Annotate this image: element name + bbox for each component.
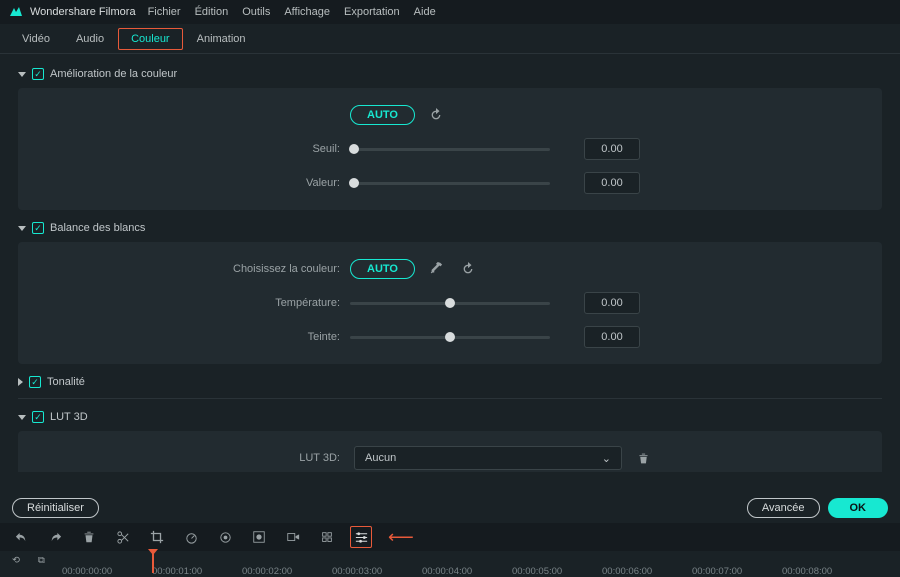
- value-temperature[interactable]: 0.00: [584, 292, 640, 314]
- caret-down-icon: [18, 226, 26, 231]
- redo-icon[interactable]: [44, 526, 66, 548]
- slider-teinte[interactable]: [350, 336, 550, 339]
- slider-valeur[interactable]: [350, 182, 550, 185]
- menu-edit[interactable]: Édition: [195, 6, 229, 18]
- select-lut3d[interactable]: Aucun ⌄: [354, 446, 622, 470]
- label-choose-color: Choisissez la couleur:: [18, 263, 350, 275]
- panel-footer: Réinitialiser Avancée OK: [0, 493, 900, 523]
- label-seuil: Seuil:: [18, 143, 350, 155]
- section-color-enhancement: ✓ Amélioration de la couleur AUTO Seuil:…: [18, 64, 882, 210]
- eyedropper-icon[interactable]: [425, 258, 447, 280]
- properties-panel: ✓ Amélioration de la couleur AUTO Seuil:…: [0, 54, 900, 472]
- property-tabs: Vidéo Audio Couleur Animation: [0, 24, 900, 54]
- slider-temperature[interactable]: [350, 302, 550, 305]
- section-header-tonalite[interactable]: ✓ Tonalité: [18, 372, 882, 392]
- checkbox-color-enhance[interactable]: ✓: [32, 68, 44, 80]
- playhead[interactable]: [152, 551, 154, 573]
- section-body: LUT 3D: Aucun ⌄: [18, 431, 882, 472]
- highlight-arrow-icon: ⟵: [388, 527, 414, 548]
- section-title: Tonalité: [47, 376, 85, 388]
- section-white-balance: ✓ Balance des blancs Choisissez la coule…: [18, 218, 882, 364]
- value-valeur[interactable]: 0.00: [584, 172, 640, 194]
- section-body: AUTO Seuil: 0.00 Valeur: 0.00: [18, 88, 882, 210]
- menu-file[interactable]: Fichier: [148, 6, 181, 18]
- slider-seuil[interactable]: [350, 148, 550, 151]
- trash-icon[interactable]: [632, 447, 654, 469]
- crop-icon[interactable]: [146, 526, 168, 548]
- section-header-color-enhance[interactable]: ✓ Amélioration de la couleur: [18, 64, 882, 84]
- label-temperature: Température:: [18, 297, 350, 309]
- section-title: LUT 3D: [50, 411, 88, 423]
- section-lut3d: ✓ LUT 3D LUT 3D: Aucun ⌄: [18, 407, 882, 472]
- tab-video[interactable]: Vidéo: [10, 29, 62, 49]
- tab-color[interactable]: Couleur: [118, 28, 183, 50]
- caret-right-icon: [18, 378, 23, 386]
- value-seuil[interactable]: 0.00: [584, 138, 640, 160]
- title-bar: Wondershare Filmora Fichier Édition Outi…: [0, 0, 900, 24]
- adjust-icon[interactable]: [350, 526, 372, 548]
- timeline-ruler[interactable]: ⟲ ⧉ 00:00:00:00 00:00:01:00 00:00:02:00 …: [0, 551, 900, 573]
- split-icon[interactable]: [112, 526, 134, 548]
- reset-icon[interactable]: [425, 104, 447, 126]
- section-tonalite: ✓ Tonalité: [18, 372, 882, 399]
- timeline-toolbar: ⟵: [0, 523, 900, 551]
- tick-label: 00:00:06:00: [602, 566, 652, 577]
- app-name: Wondershare Filmora: [30, 6, 136, 18]
- caret-down-icon: [18, 415, 26, 420]
- tick-label: 00:00:03:00: [332, 566, 382, 577]
- tick-label: 00:00:08:00: [782, 566, 832, 577]
- section-body: Choisissez la couleur: AUTO Température:…: [18, 242, 882, 364]
- advanced-button[interactable]: Avancée: [747, 498, 820, 518]
- checkbox-tonalite[interactable]: ✓: [29, 376, 41, 388]
- value-teinte[interactable]: 0.00: [584, 326, 640, 348]
- greenscreen-icon[interactable]: [248, 526, 270, 548]
- menu-view[interactable]: Affichage: [284, 6, 330, 18]
- tick-label: 00:00:02:00: [242, 566, 292, 577]
- delete-icon[interactable]: [78, 526, 100, 548]
- checkbox-white-balance[interactable]: ✓: [32, 222, 44, 234]
- ruler-link-icon[interactable]: ⧉: [38, 555, 45, 566]
- menu-export[interactable]: Exportation: [344, 6, 400, 18]
- label-teinte: Teinte:: [18, 331, 350, 343]
- tab-animation[interactable]: Animation: [185, 29, 258, 49]
- tick-label: 00:00:00:00: [62, 566, 112, 577]
- auto-button[interactable]: AUTO: [350, 105, 415, 125]
- auto-button-wb[interactable]: AUTO: [350, 259, 415, 279]
- record-icon[interactable]: [282, 526, 304, 548]
- tick-label: 00:00:05:00: [512, 566, 562, 577]
- tab-audio[interactable]: Audio: [64, 29, 116, 49]
- menu-tools[interactable]: Outils: [242, 6, 270, 18]
- undo-icon[interactable]: [10, 526, 32, 548]
- section-header-white-balance[interactable]: ✓ Balance des blancs: [18, 218, 882, 238]
- tick-label: 00:00:07:00: [692, 566, 742, 577]
- reset-icon[interactable]: [457, 258, 479, 280]
- menu-help[interactable]: Aide: [414, 6, 436, 18]
- chevron-down-icon: ⌄: [602, 452, 611, 465]
- checkbox-lut3d[interactable]: ✓: [32, 411, 44, 423]
- app-logo-icon: [8, 4, 24, 20]
- color-icon[interactable]: [214, 526, 236, 548]
- label-valeur: Valeur:: [18, 177, 350, 189]
- caret-down-icon: [18, 72, 26, 77]
- marker-icon[interactable]: [316, 526, 338, 548]
- section-title: Amélioration de la couleur: [50, 68, 177, 80]
- ruler-zoom-icon[interactable]: ⟲: [12, 555, 20, 566]
- label-lut3d: LUT 3D:: [18, 452, 350, 464]
- tick-label: 00:00:04:00: [422, 566, 472, 577]
- select-value: Aucun: [365, 452, 396, 464]
- section-title: Balance des blancs: [50, 222, 145, 234]
- reset-all-button[interactable]: Réinitialiser: [12, 498, 99, 518]
- speed-icon[interactable]: [180, 526, 202, 548]
- ok-button[interactable]: OK: [828, 498, 889, 518]
- tick-label: 00:00:01:00: [152, 566, 202, 577]
- section-header-lut3d[interactable]: ✓ LUT 3D: [18, 407, 882, 427]
- main-menu: Fichier Édition Outils Affichage Exporta…: [148, 6, 436, 18]
